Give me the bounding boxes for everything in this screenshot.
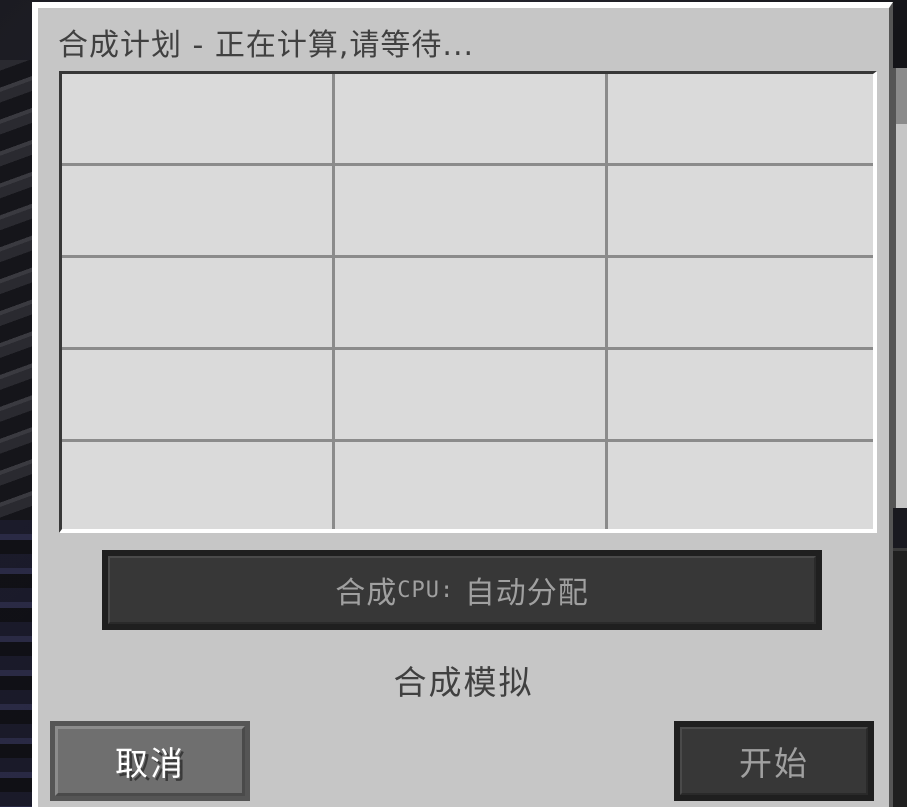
plan-cell (62, 350, 332, 439)
plan-cell (335, 442, 605, 529)
plan-cell (335, 350, 605, 439)
window-title: 合成计划 - 正在计算,请等待... (58, 28, 475, 63)
start-button[interactable]: 开始 (674, 721, 874, 801)
plan-cell (608, 258, 873, 347)
start-button-label: 开始 (680, 727, 868, 795)
crafting-plan-grid (59, 71, 877, 533)
cpu-label-value: 自动分配 (454, 576, 589, 611)
plan-cell (62, 442, 332, 529)
cancel-button[interactable]: 取消 (50, 721, 250, 801)
cancel-button-label: 取消 (55, 726, 245, 796)
plan-cell (62, 74, 332, 163)
side-panel-right (893, 68, 907, 508)
crafting-cpu-button-face: 合成 CPU: 自动分配 (108, 556, 816, 624)
side-panel-tab (896, 68, 907, 124)
plan-cell (608, 442, 873, 529)
plan-cell (608, 74, 873, 163)
crafting-simulation-label: 合成模拟 (393, 663, 534, 702)
plan-cell (335, 74, 605, 163)
plan-cell (608, 166, 873, 255)
cpu-label-prefix: 合成 (335, 576, 398, 611)
crafting-plan-window: 合成计划 - 正在计算,请等待... 合成 CPU: 自动分配 合成模拟 取消 … (32, 2, 893, 807)
plan-cell (62, 258, 332, 347)
plan-cell (608, 350, 873, 439)
crafting-cpu-button[interactable]: 合成 CPU: 自动分配 (102, 550, 822, 630)
plan-cell (335, 258, 605, 347)
plan-cell (62, 166, 332, 255)
cpu-label-cpu: CPU: (397, 577, 455, 603)
plan-cell (335, 166, 605, 255)
background-vines (0, 60, 34, 520)
